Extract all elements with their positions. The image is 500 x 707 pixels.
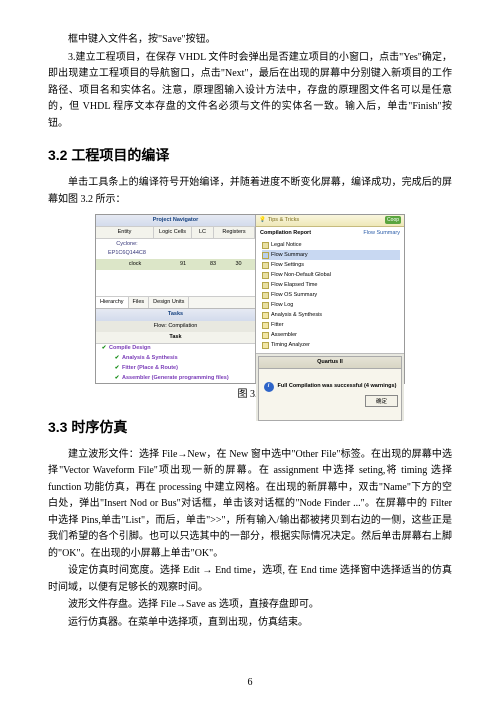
entity-reg: 30 <box>224 260 253 269</box>
paragraph-3-2-intro: 单击工具条上的编译符号开始编译，并随着进度不断变化屏幕，编译成功，完成后的屏幕如… <box>48 175 452 208</box>
report-icon <box>262 282 269 289</box>
paragraph-3-3-3: 波形文件存盘。选择 File→Save as 选项，直接存盘即可。 <box>48 597 452 614</box>
device-name: Cyclone: EP1C6Q144C8 <box>98 240 156 258</box>
paragraph-3-3-4: 运行仿真器。在菜单中选择项，直到出现，仿真结束。 <box>48 615 452 632</box>
report-icon <box>262 272 269 279</box>
folder-icon <box>262 322 269 329</box>
folder-icon <box>262 312 269 319</box>
rpt-fitter[interactable]: Fitter <box>262 321 400 331</box>
entity-row[interactable]: clock 91 83 30 <box>96 259 255 270</box>
info-icon: i <box>264 382 274 392</box>
coop-icon: Coop <box>385 216 401 224</box>
rpt-flow-settings[interactable]: Flow Settings <box>262 260 400 270</box>
check-icon: ✔ <box>99 344 109 353</box>
report-icon <box>262 252 269 259</box>
rpt-flow-elapsed[interactable]: Flow Elapsed Time <box>262 280 400 290</box>
report-icon <box>262 302 269 309</box>
project-navigator-header: Project Navigator <box>96 215 255 226</box>
rpt-analysis[interactable]: Analysis & Synthesis <box>262 311 400 321</box>
paragraph-pre-1: 框中键入文件名，按"Save"按钮。 <box>48 32 452 49</box>
entity-logic: 91 <box>164 260 202 269</box>
tab-hierarchy[interactable]: Hierarchy <box>96 297 129 308</box>
dialog-body: i Full Compilation was successful (4 war… <box>258 369 402 421</box>
task-assembler[interactable]: ✔Assembler (Generate programming files) <box>96 374 255 383</box>
tab-files[interactable]: Files <box>129 297 150 308</box>
rpt-legal[interactable]: Legal Notice <box>262 240 400 250</box>
tab-design-units[interactable]: Design Units <box>149 297 189 308</box>
rpt-flow-summary[interactable]: Flow Summary <box>262 250 400 260</box>
rpt-flow-os[interactable]: Flow OS Summary <box>262 291 400 301</box>
figure-3-2: Project Navigator Entity Logic Cells LC … <box>48 214 452 404</box>
folder-icon <box>262 342 269 349</box>
rpt-assembler[interactable]: Assembler <box>262 331 400 341</box>
paragraph-3-3-2: 设定仿真时间宽度。选择 Edit → End time，选项, 在 End ti… <box>48 563 452 596</box>
task-list-header: Task <box>96 332 255 344</box>
col-lc: LC <box>192 227 214 238</box>
device-row: Cyclone: EP1C6Q144C8 <box>96 239 255 259</box>
check-icon: ✔ <box>112 374 122 383</box>
bulb-icon: 💡 <box>259 216 266 225</box>
paragraph-3-3-1: 建立波形文件：选择 File→New，在 New 窗中选中"Other File… <box>48 447 452 563</box>
entity-name: clock <box>106 260 164 269</box>
folder-icon <box>262 332 269 339</box>
tasks-flow: Flow: Compilation <box>96 321 255 332</box>
tips-tricks-header: 💡Tips & Tricks <box>256 215 404 227</box>
task-compile-design[interactable]: ✔Compile Design <box>96 344 255 354</box>
flow-summary-label: Flow Summary <box>363 229 400 238</box>
entity-table-header: Entity Logic Cells LC Registers <box>96 226 255 239</box>
report-list: Legal Notice Flow Summary Flow Settings … <box>262 240 400 351</box>
check-icon: ✔ <box>112 354 122 363</box>
ok-button[interactable]: 确定 <box>365 395 398 407</box>
col-logic: Logic Cells <box>154 227 192 238</box>
tasks-header: Tasks <box>96 309 255 320</box>
page-number: 6 <box>0 675 500 692</box>
rpt-flow-nondefault[interactable]: Flow Non-Default Global <box>262 270 400 280</box>
report-icon <box>262 242 269 249</box>
col-entity: Entity <box>96 227 154 238</box>
task-fitter[interactable]: ✔Fitter (Place & Route) <box>96 364 255 374</box>
dialog-message: Full Compilation was successful (4 warni… <box>278 382 397 391</box>
check-icon: ✔ <box>112 364 122 373</box>
paragraph-pre-2: 3.建立工程项目，在保存 VHDL 文件时会弹出是否建立项目的小窗口，点击"Ye… <box>48 50 452 133</box>
report-icon <box>262 262 269 269</box>
compilation-report-header: Compilation Report <box>260 229 311 238</box>
col-reg: Registers <box>214 227 255 238</box>
report-icon <box>262 292 269 299</box>
entity-lc: 83 <box>202 260 224 269</box>
quartus-screenshot: Project Navigator Entity Logic Cells LC … <box>95 214 405 384</box>
dialog-title-bar: Quartus II <box>258 356 402 369</box>
rpt-timing[interactable]: Timing Analyzer <box>262 341 400 351</box>
task-analysis[interactable]: ✔Analysis & Synthesis <box>96 354 255 364</box>
project-nav-tabs: Hierarchy Files Design Units <box>96 296 255 308</box>
heading-3-2: 3.2 工程项目的编译 <box>48 144 452 167</box>
rpt-flow-log[interactable]: Flow Log <box>262 301 400 311</box>
